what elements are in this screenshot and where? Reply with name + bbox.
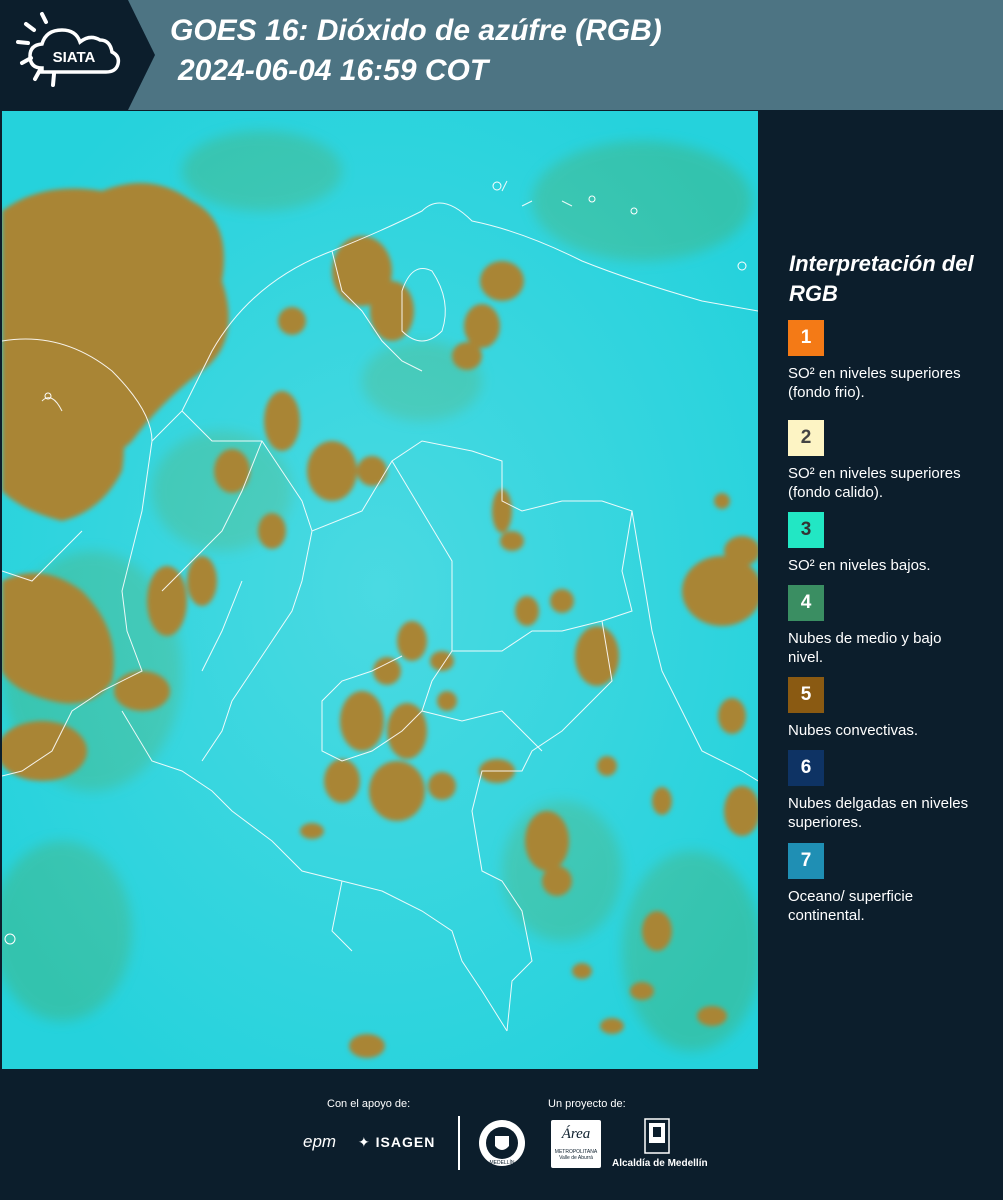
isagen-label: ISAGEN	[375, 1134, 436, 1150]
alcaldia-shield-icon	[644, 1118, 670, 1154]
legend-label: Nubes delgadas en niveles superiores.	[788, 795, 969, 831]
satellite-map	[2, 111, 758, 1069]
svg-text:MEDELLÍN: MEDELLÍN	[489, 1159, 514, 1166]
legend-swatch: 5	[788, 677, 824, 713]
legend-item-3: 3 SO² en niveles bajos.	[788, 512, 988, 575]
area-logo-text: Área	[561, 1126, 591, 1142]
legend-label: Oceano/ superficie continental.	[788, 888, 914, 924]
project-label: Un proyecto de:	[548, 1098, 626, 1110]
legend-swatch: 4	[788, 585, 824, 621]
legend-label: SO² en niveles superiores (fondo calido)…	[788, 465, 961, 501]
legend-panel: Interpretación del RGB 1 SO² en niveles s…	[762, 111, 1003, 1069]
support-label: Con el apoyo de:	[327, 1098, 411, 1110]
legend-item-2: 2 SO² en niveles superiores (fondo calido…	[788, 420, 988, 502]
area-logo-line2: Valle de Aburrá	[559, 1155, 593, 1161]
legend-label: Nubes de medio y bajo nivel.	[788, 630, 942, 666]
header-bar: SIATA GOES 16: Dióxido de azúfre (RGB) 2…	[0, 0, 1003, 110]
legend-item-1: 1 SO² en niveles superiores (fondo frio).	[788, 320, 988, 402]
legend-swatch: 6	[788, 750, 824, 786]
alcaldia-label: Alcaldía de Medellín	[612, 1158, 708, 1169]
legend-swatch: 2	[788, 420, 824, 456]
page-title: GOES 16: Dióxido de azúfre (RGB)	[170, 14, 662, 47]
siata-brand: SIATA	[53, 49, 96, 66]
epm-logo: epm	[303, 1132, 337, 1151]
legend-swatch: 1	[788, 320, 824, 356]
satellite-image	[2, 111, 758, 1069]
isagen-icon: ✦	[358, 1134, 371, 1150]
legend-swatch: 3	[788, 512, 824, 548]
siata-logo-block: SIATA	[0, 0, 155, 110]
medellin-seal-icon: MEDELLÍN	[479, 1120, 525, 1166]
legend-item-6: 6 Nubes delgadas en niveles superiores.	[788, 750, 988, 832]
area-metropolitana-logo: Área METROPOLITANA Valle de Aburrá	[551, 1120, 601, 1168]
isagen-logo: ✦ ISAGEN	[358, 1134, 435, 1151]
legend-label: SO² en niveles superiores (fondo frio).	[788, 365, 961, 401]
legend-item-4: 4 Nubes de medio y bajo nivel.	[788, 585, 988, 667]
legend-title: Interpretación del RGB	[789, 251, 974, 306]
legend-swatch: 7	[788, 843, 824, 879]
legend-item-5: 5 Nubes convectivas.	[788, 677, 988, 740]
legend-label: Nubes convectivas.	[788, 722, 919, 739]
footer: Con el apoyo de: Un proyecto de: epm ✦ I…	[0, 1070, 1003, 1200]
legend-label: SO² en niveles bajos.	[788, 557, 931, 574]
page-timestamp: 2024-06-04 16:59 COT	[178, 54, 489, 87]
footer-divider	[458, 1116, 460, 1170]
legend-item-7: 7 Oceano/ superficie continental.	[788, 843, 988, 925]
